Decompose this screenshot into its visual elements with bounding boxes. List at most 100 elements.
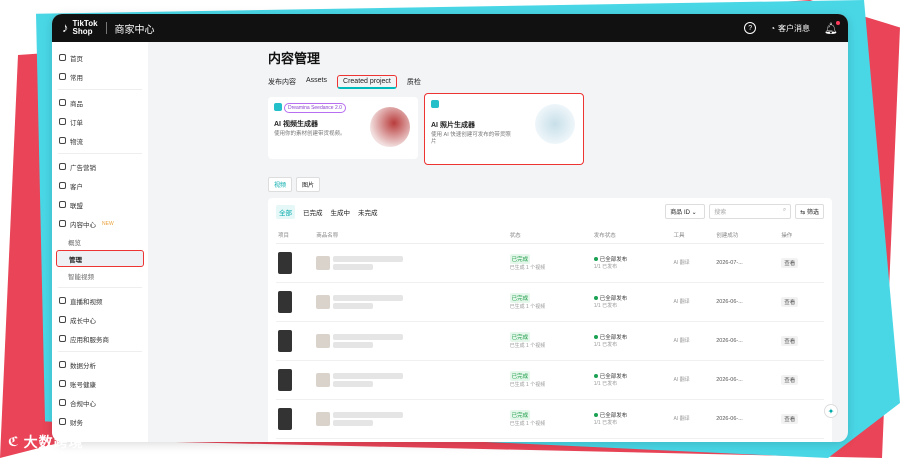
product-id-select[interactable]: 商品 ID ⌄ [665, 204, 706, 219]
sidebar-item[interactable]: 合规中心 [52, 393, 148, 412]
new-badge: NEW [102, 220, 114, 227]
table-row[interactable]: 已完成 已生成 1 个视频 已全部发布 1/1 已发布 AI 翻译 2026-06-...… [276, 282, 824, 322]
view-button[interactable]: 查看 [781, 374, 799, 385]
product-name-cell [314, 360, 508, 400]
ai-assistant-button[interactable]: ✦ [824, 404, 838, 418]
sidebar-item-label: 概览 [68, 239, 81, 247]
project-thumbnail[interactable] [278, 368, 292, 391]
tool-name: AI 翻译 [673, 338, 690, 344]
sidebar-item[interactable]: 常用 [52, 67, 148, 86]
sidebar-item-label: 广告营销 [70, 164, 96, 172]
question-circle-icon[interactable]: ? [744, 22, 757, 34]
filter-generating[interactable]: 生成中 [331, 207, 351, 217]
tiktok-shop-logo[interactable]: ♪ TikTok Shop [62, 20, 98, 36]
view-button[interactable]: 查看 [781, 335, 799, 346]
content-tabs: 发布内容 Assets Created project 质检 [268, 75, 832, 89]
sidebar-item[interactable]: 客户 [52, 176, 148, 195]
user-icon [59, 182, 66, 189]
sidebar-item[interactable]: 首页 [52, 48, 148, 67]
box-icon [59, 99, 66, 106]
tool-name: AI 翻译 [673, 260, 690, 266]
table-row[interactable]: 已完成 已生成 1 个视频 已全部发布 1/1 已发布 AI 翻译 2026-07-...… [276, 243, 824, 283]
sidebar-item[interactable]: 商品 [52, 93, 148, 112]
created-date: 2026-06-... [716, 337, 743, 344]
sidebar-item[interactable]: 财务 [52, 412, 148, 431]
project-thumbnail[interactable] [278, 251, 292, 274]
status-cell: 已完成 已生成 1 个视频 [507, 321, 592, 361]
ai-photo-generator-card[interactable]: AI 照片生成器 使用 AI 快速创建可发布的带货照片 [424, 93, 584, 165]
status-detail: 已生成 1 个视频 [509, 304, 546, 310]
ai-video-generator-card[interactable]: Dreamina Seedance 2.0 AI 视频生成器 使用你的素材创建带… [268, 97, 418, 159]
media-type-tabs: 视频 图片 [268, 177, 832, 192]
product-image [316, 372, 331, 387]
filter-incomplete[interactable]: 未完成 [358, 207, 378, 217]
notification-dot [836, 20, 840, 25]
blurred-text [333, 255, 404, 262]
sidebar-divider [58, 287, 142, 288]
sidebar-item[interactable]: 数据分析 [52, 355, 148, 374]
filter-completed[interactable]: 已完成 [303, 207, 323, 217]
tab-assets[interactable]: Assets [306, 75, 327, 89]
sidebar-item[interactable]: 成长中心 [52, 310, 148, 329]
blurred-text [333, 294, 404, 301]
ai-photo-icon [431, 100, 439, 108]
blurred-text [333, 333, 404, 340]
created-date: 2026-06-... [716, 415, 743, 422]
sidebar-subitem[interactable]: 管理 [56, 250, 144, 267]
project-thumbnail[interactable] [278, 407, 292, 430]
column-header: 商品名称 [314, 227, 508, 244]
divider [105, 22, 107, 34]
sidebar-item-label: 成长中心 [70, 317, 96, 325]
view-button[interactable]: 查看 [781, 257, 799, 268]
ai-tool-cards: Dreamina Seedance 2.0 AI 视频生成器 使用你的素材创建带… [268, 93, 832, 165]
created-date: 2026-06-... [716, 298, 743, 305]
status-cell: 已完成 已生成 1 个视频 [507, 399, 592, 439]
sidebar-item[interactable]: 联盟 [52, 195, 148, 214]
publish-detail: 1/1 已发布 [593, 264, 618, 270]
sidebar-subitem[interactable]: 概览 [52, 233, 148, 250]
table-row[interactable]: 已完成 已生成 1 个视频 已全部发布 1/1 已发布 AI 翻译 2026-06-...… [276, 321, 824, 361]
growth-icon [59, 316, 66, 323]
watermark-text: 大数跨境 [23, 434, 84, 450]
sidebar-item-label: 财务 [70, 419, 83, 427]
tab-created-project[interactable]: Created project [337, 75, 397, 89]
sidebar-item[interactable]: 应用和服务商 [52, 329, 148, 348]
star-icon [59, 73, 66, 80]
tab-publish[interactable]: 发布内容 [268, 75, 296, 89]
sidebar-item[interactable]: 广告营销 [52, 157, 148, 176]
view-button[interactable]: 查看 [781, 413, 799, 424]
sidebar-item[interactable]: 订单 [52, 112, 148, 131]
customer-messages-button[interactable]: ◔ 客户消息 [770, 23, 810, 34]
filter-all[interactable]: 全部 [276, 204, 295, 219]
status-dot [593, 257, 598, 261]
sidebar-item[interactable]: 物流 [52, 131, 148, 150]
sidebar-item[interactable]: 账号健康 [52, 374, 148, 393]
publish-detail: 1/1 已发布 [593, 381, 618, 387]
project-cell [276, 321, 315, 361]
sidebar-item[interactable]: 内容中心 NEW [52, 214, 148, 233]
blurred-text [333, 341, 374, 348]
sidebar-item-label: 物流 [70, 138, 83, 146]
product-name-cell [314, 243, 508, 283]
sidebar-item-label: 管理 [69, 256, 82, 264]
sidebar-subitem[interactable]: 智能视频 [52, 267, 148, 284]
sidebar-item-label: 客户 [70, 183, 83, 191]
project-thumbnail[interactable] [278, 290, 292, 313]
bell-icon[interactable]: 🔔︎ [824, 20, 840, 35]
video-icon [59, 297, 66, 304]
view-button[interactable]: 查看 [781, 296, 799, 307]
content-icon [59, 220, 66, 227]
search-input[interactable]: 搜索 ⌕ [709, 204, 792, 219]
created-date: 2026-06-... [716, 376, 743, 383]
table-row[interactable]: 已完成 已生成 1 个视频 已全部发布 1/1 已发布 AI 翻译 2026-06-...… [276, 360, 824, 400]
table-row[interactable]: 已完成 已生成 1 个视频 已全部发布 1/1 已发布 AI 翻译 2026-06-...… [276, 399, 824, 439]
tool-cell: AI 翻译 [671, 282, 715, 322]
product-image [316, 294, 331, 309]
tab-video[interactable]: 视频 [268, 177, 293, 192]
tab-quality-check[interactable]: 质检 [407, 75, 421, 89]
sidebar-item[interactable]: 直播和视频 [52, 291, 148, 310]
project-thumbnail[interactable] [278, 329, 292, 352]
filter-button[interactable]: ⇆ 筛选 [795, 204, 824, 219]
tab-image[interactable]: 图片 [296, 177, 321, 192]
status-badge: 已完成 [509, 371, 531, 381]
